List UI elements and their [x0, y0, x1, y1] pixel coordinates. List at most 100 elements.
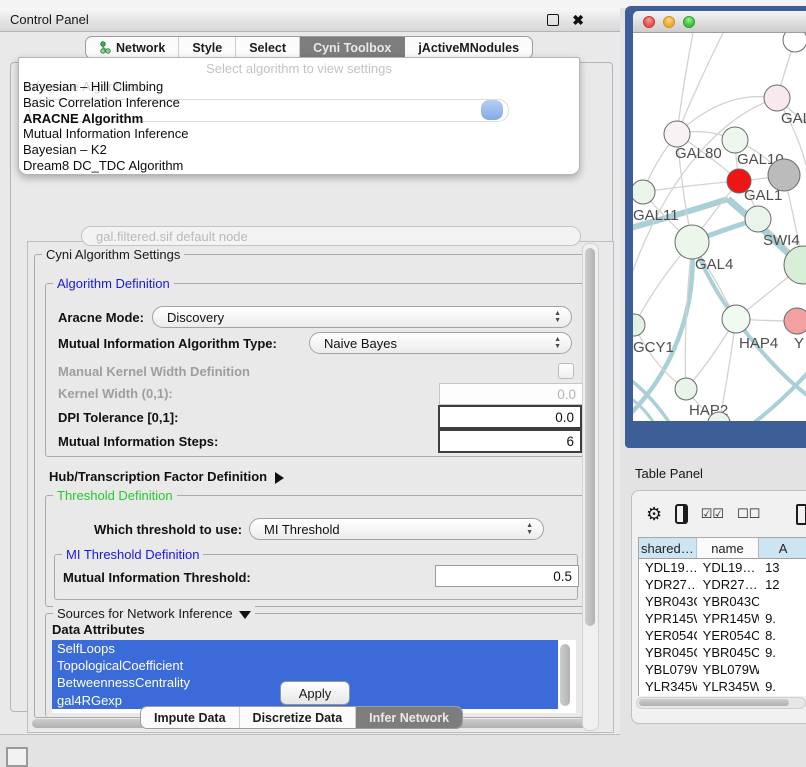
- minimize-traffic-light-icon[interactable]: [663, 16, 675, 28]
- attr-list-scrollbar[interactable]: [560, 644, 570, 706]
- deselect-all-checks-icon[interactable]: ☐☐: [737, 506, 760, 522]
- network-edge[interactable]: [633, 377, 671, 421]
- network-graph: GALGAL80GAL10GAL1GAL11SWI4GAL4GCY1HAP4YH…: [633, 33, 806, 421]
- node-table[interactable]: shared…nameA YDL19…YDL19…13YDR27…YDR27…1…: [638, 537, 806, 696]
- network-edge[interactable]: [677, 97, 777, 135]
- mi-threshold-group: MI Threshold Definition Mutual Informati…: [54, 554, 578, 600]
- table-row[interactable]: YIL052CYIL052C9.: [639, 695, 806, 696]
- tab-impute-data[interactable]: Impute Data: [141, 707, 240, 728]
- aracne-mode-select[interactable]: Discovery ▲▼: [152, 306, 572, 328]
- manual-kernel-label: Manual Kernel Width Definition: [58, 364, 250, 379]
- dropdown-placeholder: Select algorithm to view settings: [19, 58, 579, 79]
- node-swi4[interactable]: [745, 206, 771, 232]
- close-traffic-light-icon[interactable]: [643, 16, 655, 28]
- table-row[interactable]: YBR045CYBR045C9.: [639, 644, 806, 661]
- node-gal4[interactable]: [675, 225, 709, 259]
- kernel-width-field[interactable]: 0.0: [439, 383, 583, 405]
- sources-title[interactable]: Sources for Network Inference: [53, 606, 255, 621]
- dropdown-item-bayesian-hill-climbing[interactable]: Bayesian – Hill Climbing: [19, 79, 579, 95]
- node-gal-partial-label: GAL: [781, 110, 806, 127]
- dropdown-item-bayesian-k2[interactable]: Bayesian – K2: [19, 142, 579, 158]
- mi-steps-label: Mutual Information Steps:: [58, 434, 218, 449]
- dropdown-item-dream8-dc-tdc-algorithm[interactable]: Dream8 DC_TDC Algorithm: [19, 158, 579, 174]
- new-table-icon[interactable]: [796, 504, 806, 525]
- threshold-definition-group: Threshold Definition Which threshold to …: [45, 495, 585, 607]
- column-header-1[interactable]: shared…: [639, 538, 697, 559]
- table-row[interactable]: YDR27…YDR27…12: [639, 576, 806, 593]
- node-swi4-label: SWI4: [763, 232, 800, 249]
- table-hscrollbar[interactable]: [636, 697, 806, 709]
- node-gcy1[interactable]: [633, 314, 645, 336]
- network-window-titlebar[interactable]: [633, 11, 806, 33]
- node-gal10[interactable]: [722, 127, 748, 153]
- node-hap4-label: HAP4: [739, 335, 778, 352]
- tab-network[interactable]: Network: [86, 37, 179, 58]
- apply-button[interactable]: Apply: [280, 681, 350, 705]
- dpi-tolerance-field[interactable]: 0.0: [438, 405, 582, 429]
- table-row[interactable]: YPR145WYPR145W9.: [639, 610, 806, 627]
- mi-threshold-field[interactable]: 0.5: [435, 565, 579, 587]
- network-tab-icon: [99, 41, 111, 54]
- node-gal-partial[interactable]: [764, 85, 790, 111]
- float-panel-icon[interactable]: [547, 14, 559, 26]
- gear-icon[interactable]: ⚙: [646, 505, 662, 523]
- table-row[interactable]: YER054CYER054C8.: [639, 627, 806, 644]
- node-gal80[interactable]: [664, 121, 690, 147]
- close-icon[interactable]: ✖: [572, 13, 584, 27]
- collapsed-arrow-icon: [275, 472, 284, 484]
- tab-cyni-toolbox[interactable]: Cyni Toolbox: [300, 37, 405, 58]
- node-gal4-label: GAL4: [695, 256, 733, 273]
- network-selector-combo[interactable]: gal.filtered.sif default node: [81, 226, 581, 246]
- column-header-2[interactable]: name: [697, 538, 760, 559]
- column-header-3[interactable]: A: [759, 538, 806, 559]
- tab-style[interactable]: Style: [179, 37, 236, 58]
- settings-vscrollbar-thumb[interactable]: [585, 248, 595, 626]
- tab-select[interactable]: Select: [236, 37, 300, 58]
- aracne-mode-label: Aracne Mode:: [58, 310, 144, 325]
- node-gal11-label: GAL11: [633, 207, 679, 224]
- manual-kernel-checkbox[interactable]: [558, 363, 574, 379]
- mi-steps-field[interactable]: 6: [438, 429, 582, 453]
- tab-discretize-data[interactable]: Discretize Data: [240, 707, 357, 728]
- node-y-partial[interactable]: [784, 308, 806, 334]
- which-threshold-select[interactable]: MI Threshold ▲▼: [249, 518, 544, 540]
- mi-threshold-group-title: MI Threshold Definition: [62, 547, 203, 562]
- node-gal80-label: GAL80: [675, 145, 722, 162]
- select-all-checks-icon[interactable]: ☑☑: [701, 506, 724, 522]
- table-row[interactable]: YBR043CYBR043C: [639, 593, 806, 610]
- node-gal11[interactable]: [633, 180, 655, 204]
- node-gray[interactable]: [768, 159, 800, 191]
- settings-vscrollbar-track[interactable]: [582, 243, 599, 731]
- tab-jactivemnodules[interactable]: jActiveMNodules: [405, 37, 532, 58]
- cyni-algorithm-settings-group: Cyni Algorithm Settings Algorithm Defini…: [34, 254, 593, 718]
- zoom-traffic-light-icon[interactable]: [683, 16, 695, 28]
- threshold-definition-title: Threshold Definition: [53, 488, 177, 503]
- network-edge[interactable]: [751, 369, 806, 421]
- table-hscrollbar-thumb[interactable]: [639, 699, 789, 706]
- mi-algorithm-type-select[interactable]: Naive Bayes ▲▼: [309, 332, 572, 354]
- table-row[interactable]: YBL079WYBL079W: [639, 661, 806, 678]
- node-top-partial[interactable]: [783, 33, 806, 52]
- network-edge[interactable]: [643, 181, 739, 192]
- table-row[interactable]: YLR345WYLR345W9.: [639, 678, 806, 695]
- attr-item-topologicalcoefficient[interactable]: TopologicalCoefficient: [52, 657, 558, 674]
- tab-infer-network[interactable]: Infer Network: [356, 707, 462, 728]
- network-canvas[interactable]: GALGAL80GAL10GAL1GAL11SWI4GAL4GCY1HAP4YH…: [633, 33, 806, 421]
- bottom-tabbar: Impute DataDiscretize DataInfer Network: [140, 706, 463, 729]
- stepper-arrows-icon: ▲▼: [554, 336, 561, 350]
- attr-item-selfloops[interactable]: SelfLoops: [52, 640, 558, 657]
- algorithm-definition-title: Algorithm Definition: [53, 276, 174, 291]
- expanded-arrow-icon: [239, 611, 251, 619]
- hub-definition-toggle[interactable]: Hub/Transcription Factor Definition: [49, 469, 284, 484]
- dropdown-item-basic-correlation-inference[interactable]: Basic Correlation Inference: [19, 95, 579, 111]
- table-panel-title: Table Panel: [635, 466, 703, 481]
- dropdown-item-mutual-information-inference[interactable]: Mutual Information Inference: [19, 126, 579, 142]
- node-hap4[interactable]: [722, 305, 750, 333]
- kernel-width-label: Kernel Width (0,1):: [58, 386, 173, 401]
- minimized-panel-icon[interactable]: [6, 747, 28, 767]
- dropdown-item-aracne-algorithm[interactable]: ARACNE Algorithm: [19, 111, 579, 127]
- node-hap2[interactable]: [675, 378, 697, 400]
- network-edge[interactable]: [677, 33, 693, 134]
- table-row[interactable]: YDL19…YDL19…13: [639, 559, 806, 576]
- split-columns-icon[interactable]: [675, 504, 688, 524]
